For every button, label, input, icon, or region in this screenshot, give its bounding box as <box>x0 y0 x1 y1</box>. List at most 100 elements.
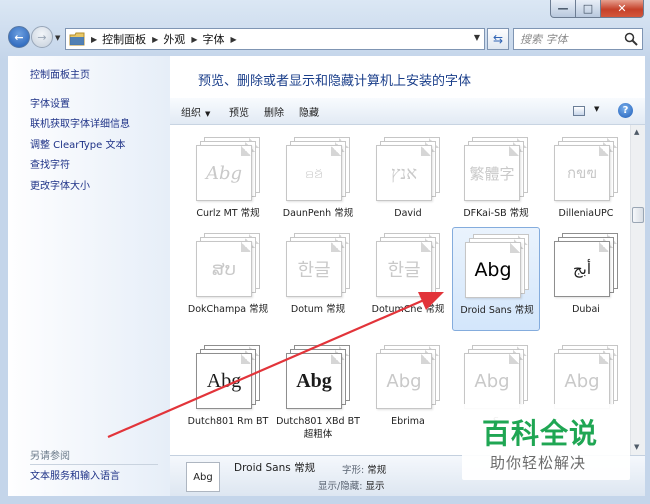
font-sample: أبج <box>572 260 592 278</box>
font-settings-link[interactable]: 字体设置 <box>30 95 70 110</box>
search-input[interactable]: 搜索 字体 <box>520 31 568 47</box>
refresh-button[interactable]: ⇆ <box>487 28 509 50</box>
chevron-down-icon[interactable]: ▼ <box>594 105 599 113</box>
delete-button[interactable]: 删除 <box>264 104 284 119</box>
font-file-icon: Abg <box>286 345 350 409</box>
chevron-right-icon[interactable]: ▶ <box>191 35 197 44</box>
visibility-value: 显示 <box>365 481 385 492</box>
text-services-link[interactable]: 文本服务和输入语言 <box>30 467 120 482</box>
font-tile[interactable]: Abg Dutch801 XBd BT 超粗体 <box>274 339 362 440</box>
control-panel-home-link[interactable]: 控制面板主页 <box>30 66 90 81</box>
font-file-icon: Abg <box>464 345 528 409</box>
font-sample: Abg <box>386 370 422 392</box>
visibility-row: 显示/隐藏: 显示 <box>318 478 384 492</box>
font-sample: Abg <box>474 370 510 392</box>
chevron-right-icon[interactable]: ▶ <box>91 35 97 44</box>
back-button[interactable]: ← <box>8 26 30 48</box>
font-name-label: Dutch801 Rm BT <box>187 416 269 427</box>
font-name-label: David <box>394 208 422 219</box>
vertical-scrollbar[interactable]: ▲ ▼ <box>630 125 645 455</box>
font-tile[interactable]: Abg Droid Sans 常规 <box>452 227 540 331</box>
font-tile[interactable]: 한글 Dotum 常规 <box>274 227 362 331</box>
font-file-icon: Abg <box>196 345 260 409</box>
font-sample: 한글 <box>297 260 331 281</box>
font-name-label: Droid Sans 常规 <box>460 305 534 316</box>
scrollbar-thumb[interactable] <box>632 207 644 223</box>
explorer-window: — □ ✕ ← → ▼ ▶ 控制面板 ▶ 外观 ▶ 字体 ▶ ▼ ⇆ 搜索 字体… <box>0 0 650 504</box>
command-bar: 组织 ▼ 预览 删除 隐藏 ▼ ? <box>170 98 645 125</box>
maximize-button[interactable]: □ <box>576 0 601 18</box>
watermark: 百科全说 助你轻松解决 <box>462 404 630 480</box>
refresh-icon: ⇆ <box>492 32 504 46</box>
font-sample: אנץ <box>390 162 418 184</box>
font-tile[interactable]: กขฃ DilleniaUPC <box>542 131 630 231</box>
breadcrumb-control-panel[interactable]: 控制面板 <box>102 31 146 47</box>
font-file-icon: 한글 <box>286 233 350 297</box>
recent-pages-dropdown[interactable]: ▼ <box>55 34 60 42</box>
font-tile[interactable]: ꤋꤤꤩ DaunPenh 常规 <box>274 131 362 231</box>
font-name-label: Curlz MT 常规 <box>196 208 260 219</box>
font-tile[interactable]: أبج Dubai <box>542 227 630 331</box>
visibility-label: 显示/隐藏: <box>318 481 363 492</box>
font-tile[interactable]: Abg Dutch801 Rm BT <box>184 339 272 439</box>
cleartype-link[interactable]: 调整 ClearType 文本 <box>30 136 125 151</box>
search-box[interactable]: 搜索 字体 <box>513 28 643 50</box>
font-name-label: Dubai <box>572 304 600 315</box>
scroll-up-arrow-icon[interactable]: ▲ <box>634 128 639 136</box>
font-file-icon: أبج <box>554 233 618 297</box>
font-name-label: DFKai-SB 常规 <box>463 208 529 219</box>
font-sample: กขฃ <box>567 164 597 182</box>
hide-button[interactable]: 隐藏 <box>299 104 319 119</box>
help-icon[interactable]: ? <box>618 103 633 118</box>
font-tile[interactable]: Abg Curlz MT 常规 <box>184 131 272 231</box>
online-font-info-link[interactable]: 联机获取字体详细信息 <box>30 115 130 130</box>
change-font-size-link[interactable]: 更改字体大小 <box>30 177 90 192</box>
scroll-down-arrow-icon[interactable]: ▼ <box>634 443 639 451</box>
breadcrumb-fonts[interactable]: 字体 <box>202 31 224 47</box>
watermark-title: 百科全说 <box>482 417 599 450</box>
font-sample: Abg <box>296 369 332 392</box>
font-tile[interactable]: Abg Ebrima <box>364 339 452 439</box>
font-tile[interactable]: ສບ DokChampa 常规 <box>184 227 272 331</box>
arrow-right-icon: → <box>37 30 47 44</box>
see-also-heading: 另请参阅 <box>30 451 70 462</box>
breadcrumb-appearance[interactable]: 外观 <box>163 31 185 47</box>
page-title: 预览、删除或者显示和隐藏计算机上安装的字体 <box>198 74 472 89</box>
chevron-down-icon: ▼ <box>205 110 211 118</box>
font-file-icon: ꤋꤤꤩ <box>286 137 350 201</box>
organize-label: 组织 <box>181 108 201 119</box>
find-character-link[interactable]: 查找字符 <box>30 156 70 171</box>
watermark-subtitle: 助你轻松解决 <box>490 454 587 472</box>
font-name-label: DilleniaUPC <box>558 208 614 219</box>
preview-button[interactable]: 预览 <box>229 104 249 119</box>
minimize-button[interactable]: — <box>550 0 576 18</box>
search-icon[interactable] <box>624 32 638 46</box>
address-bar[interactable]: ▶ 控制面板 ▶ 外观 ▶ 字体 ▶ ▼ <box>65 28 485 50</box>
font-sample: Abg <box>564 370 600 392</box>
address-dropdown[interactable]: ▼ <box>474 33 480 42</box>
font-tile[interactable]: אנץ David <box>364 131 452 231</box>
font-sample: Abg <box>205 162 243 184</box>
font-sample: Abg <box>206 369 242 392</box>
chevron-right-icon[interactable]: ▶ <box>152 35 158 44</box>
font-tile[interactable]: 繁體字 DFKai-SB 常规 <box>452 131 540 231</box>
font-sample: Abg <box>474 259 512 281</box>
chevron-right-icon[interactable]: ▶ <box>230 35 236 44</box>
forward-button[interactable]: → <box>31 26 53 48</box>
view-options-icon[interactable] <box>573 106 585 116</box>
font-tile[interactable]: 한글 DotumChe 常规 <box>364 227 452 331</box>
font-file-icon: 한글 <box>376 233 440 297</box>
font-style-row: 字形: 常规 <box>342 462 386 476</box>
font-name-label: DotumChe 常规 <box>371 304 445 315</box>
font-sample: 한글 <box>387 260 421 281</box>
font-sample: 繁體字 <box>469 164 515 183</box>
navigation-pane: 控制面板主页 字体设置 联机获取字体详细信息 调整 ClearType 文本 查… <box>8 56 170 496</box>
font-file-icon: Abg <box>376 345 440 409</box>
font-name-label: DaunPenh 常规 <box>282 208 354 219</box>
organize-menu[interactable]: 组织 ▼ <box>181 104 210 119</box>
window-controls: — □ ✕ <box>550 0 644 18</box>
breadcrumb: ▶ 控制面板 ▶ 外观 ▶ 字体 ▶ <box>91 31 242 47</box>
font-name-label: DokChampa 常规 <box>187 304 269 315</box>
font-file-icon: ສບ <box>196 233 260 297</box>
close-button[interactable]: ✕ <box>601 0 644 18</box>
